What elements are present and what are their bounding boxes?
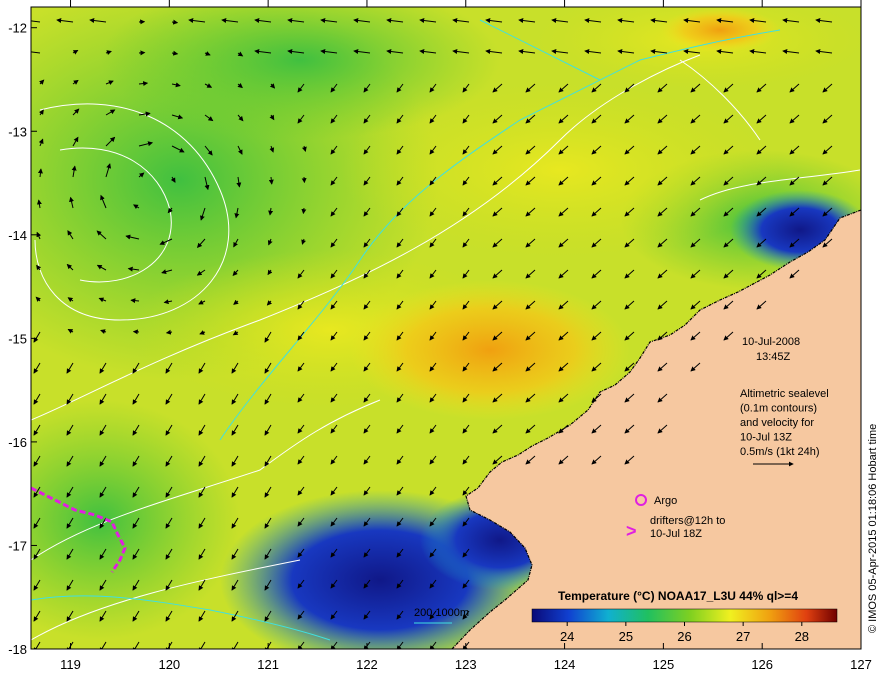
- lat-tick-label: -12: [8, 21, 27, 36]
- velocity-arrow: [301, 207, 307, 215]
- colorbar-tick-label: 27: [736, 629, 750, 644]
- argo-label: Argo: [654, 495, 677, 507]
- drifter-label-1: drifters@12h to: [650, 515, 725, 527]
- lat-tick-label: -14: [8, 228, 27, 243]
- lat-tick-label: -18: [8, 642, 27, 657]
- velocity-legend-line: 10-Jul 13Z: [740, 432, 792, 444]
- map-field: [31, 7, 861, 649]
- drifter-marker: >: [626, 521, 637, 541]
- lon-tick-label: 124: [554, 657, 576, 672]
- warm-band-north: [340, 80, 780, 260]
- velocity-legend-line: (0.1m contours): [740, 403, 817, 415]
- colorbar-tick-label: 24: [560, 629, 574, 644]
- lat-tick-label: -13: [8, 124, 27, 139]
- lat-tick-label: -15: [8, 331, 27, 346]
- sst-map: 119 120 121 122 123 124 125 126 127 -12 -13 -14 -15…: [8, 0, 879, 672]
- warm-core-ne: [660, 8, 780, 52]
- drifter-label-2: 10-Jul 18Z: [650, 528, 702, 540]
- velocity-legend-line: 0.5m/s (1kt 24h): [740, 446, 819, 458]
- map-date: 10-Jul-2008: [742, 336, 800, 348]
- lon-tick-label: 120: [158, 657, 180, 672]
- velocity-legend-line: Altimetric sealevel: [740, 388, 829, 400]
- colorbar-title: Temperature (°C) NOAA17_L3U 44% ql>=4: [558, 589, 798, 603]
- lon-tick-label: 119: [60, 657, 81, 672]
- lon-tick-label: 127: [850, 657, 872, 672]
- colorbar-tick-label: 26: [677, 629, 691, 644]
- warm-core: [350, 280, 630, 420]
- lat-tick-label: -16: [8, 435, 27, 450]
- bathy-legend-label: 200 1000m: [414, 607, 469, 619]
- credit-text: © IMOS 05-Apr-2015 01:18:06 Hobart time: [867, 424, 879, 633]
- colorbar: [531, 608, 838, 623]
- colorbar-tick-label: 28: [795, 629, 809, 644]
- velocity-arrow: [171, 19, 179, 25]
- lon-tick-label: 123: [455, 657, 477, 672]
- colorbar-tick-label: 25: [619, 629, 633, 644]
- lat-tick-label: -17: [8, 538, 27, 553]
- lon-tick-label: 122: [356, 657, 378, 672]
- lon-tick-label: 125: [653, 657, 675, 672]
- velocity-legend-line: and velocity for: [740, 417, 814, 429]
- map-time: 13:45Z: [756, 351, 791, 363]
- lon-tick-label: 121: [257, 657, 279, 672]
- lon-tick-label: 126: [751, 657, 773, 672]
